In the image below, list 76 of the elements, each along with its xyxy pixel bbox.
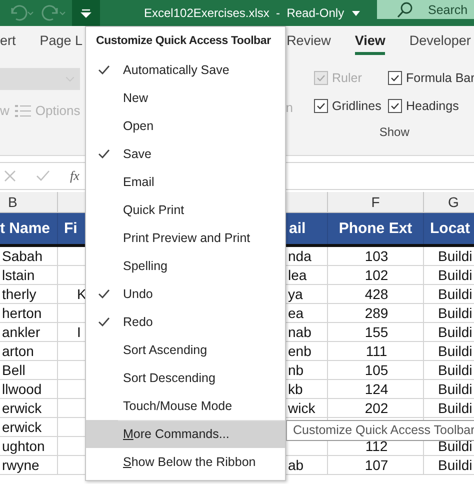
table-cell: Buildi xyxy=(424,342,474,360)
table-cell: Buildi xyxy=(424,456,474,474)
check-icon xyxy=(98,317,110,327)
check-icon[interactable] xyxy=(36,170,50,182)
table-cell: 124 xyxy=(328,380,424,398)
table-cell: Sabah xyxy=(0,247,58,265)
table-cell: ankler xyxy=(0,323,58,341)
check-icon xyxy=(98,289,110,299)
ribbon-tab[interactable]: ert xyxy=(0,29,16,55)
window-title: Excel102Exercises.xlsx - Read-Only xyxy=(144,6,344,20)
ribbon-tab[interactable]: Developer xyxy=(409,29,471,55)
table-cell: Buildi xyxy=(424,399,474,417)
table-cell: rwyne xyxy=(0,456,58,474)
table-cell: ughton xyxy=(0,437,58,455)
table-cell: 102 xyxy=(328,266,424,284)
table-cell: Buildi xyxy=(424,266,474,284)
table-header-cell: t Name xyxy=(0,213,58,244)
menu-item[interactable]: More Commands... xyxy=(86,420,285,448)
cancel-icon[interactable] xyxy=(4,170,16,182)
table-cell: Buildi xyxy=(424,304,474,322)
table-cell: erwick xyxy=(0,418,58,436)
search-icon xyxy=(396,0,414,18)
menu-item[interactable]: Save xyxy=(86,140,285,168)
group-label: Show xyxy=(378,125,410,139)
menu-item[interactable]: Automatically Save xyxy=(86,56,285,84)
menu-item[interactable]: Sort Descending xyxy=(86,364,285,392)
ribbon-tab[interactable]: Review xyxy=(286,29,331,55)
search-box[interactable]: Search xyxy=(377,0,474,19)
table-cell: llwood xyxy=(0,380,58,398)
insert-function-button[interactable]: fx xyxy=(70,168,80,184)
search-input[interactable]: Search xyxy=(428,2,474,16)
table-cell: 428 xyxy=(328,285,424,303)
table-cell: 202 xyxy=(328,399,424,417)
table-cell: Bell xyxy=(0,361,58,379)
table-cell: Buildi xyxy=(424,380,474,398)
ribbon-tab[interactable]: Page L xyxy=(40,29,83,55)
menu-item[interactable]: Spelling xyxy=(86,252,285,280)
ribbon-label: n xyxy=(286,100,293,115)
table-header-cell: Phone Ext xyxy=(328,213,424,244)
table-cell: lstain xyxy=(0,266,58,284)
menu-item[interactable]: Touch/Mouse Mode xyxy=(86,392,285,420)
table-cell: 107 xyxy=(328,456,424,474)
column-header[interactable]: F xyxy=(328,192,424,212)
redo-icon[interactable] xyxy=(40,4,66,22)
check-icon xyxy=(98,65,110,75)
table-cell: herton xyxy=(0,304,58,322)
menu-item[interactable]: Email xyxy=(86,168,285,196)
customize-toolbar-button[interactable] xyxy=(72,0,100,26)
table-cell: Buildi xyxy=(424,361,474,379)
table-cell: 105 xyxy=(328,361,424,379)
table-cell: erwick xyxy=(0,399,58,417)
table-cell: 289 xyxy=(328,304,424,322)
table-cell: Buildi xyxy=(424,247,474,265)
menu-title: Customize Quick Access Toolbar xyxy=(95,34,272,49)
dropdown-field[interactable] xyxy=(0,68,80,90)
list-icon xyxy=(15,104,32,116)
caret-icon[interactable] xyxy=(352,10,360,16)
menu-item[interactable]: New xyxy=(86,84,285,112)
table-cell: arton xyxy=(0,342,58,360)
column-header[interactable]: B xyxy=(0,192,58,212)
check-icon xyxy=(98,149,110,159)
checkbox[interactable]: Headings xyxy=(388,99,474,113)
table-cell: 103 xyxy=(328,247,424,265)
dropdown-icon xyxy=(80,8,92,18)
table-cell: Buildi xyxy=(424,285,474,303)
menu-item[interactable]: Open xyxy=(86,112,285,140)
checkbox[interactable]: Gridlines xyxy=(314,99,388,113)
table-cell: therly xyxy=(0,285,58,303)
table-cell: 155 xyxy=(328,323,424,341)
table-cell: 111 xyxy=(328,342,424,360)
ribbon-label: w xyxy=(0,103,10,118)
menu-item[interactable]: Show Below the Ribbon xyxy=(86,448,285,476)
column-header[interactable]: G xyxy=(424,192,474,212)
ribbon-tab[interactable]: View xyxy=(354,29,386,55)
table-cell: Buildi xyxy=(424,323,474,341)
table-header-cell: Locat xyxy=(424,213,474,244)
